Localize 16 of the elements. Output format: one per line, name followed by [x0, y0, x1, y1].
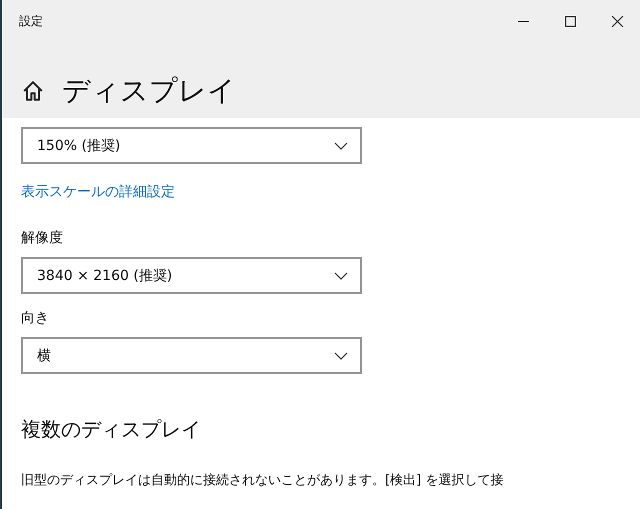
window-title: 設定: [19, 12, 43, 30]
chevron-down-icon: [334, 352, 348, 360]
maximize-icon[interactable]: [564, 14, 577, 28]
chevron-down-icon: [334, 272, 348, 280]
chevron-down-icon: [334, 142, 348, 150]
resolution-label: 解像度: [21, 229, 63, 247]
advanced-scaling-link[interactable]: 表示スケールの詳細設定: [21, 183, 175, 201]
description-text: 旧型のディスプレイは自動的に接続されないことがあります。[検出] を選択して接: [21, 472, 504, 489]
resolution-dropdown[interactable]: 3840 × 2160 (推奨): [21, 257, 362, 294]
home-icon[interactable]: [22, 80, 44, 102]
orientation-dropdown[interactable]: 横: [21, 337, 362, 374]
scale-dropdown[interactable]: 150% (推奨): [21, 127, 362, 164]
orientation-label: 向き: [21, 309, 49, 327]
section-heading: 複数のディスプレイ: [21, 416, 201, 443]
page-title: ディスプレイ: [62, 73, 236, 109]
close-icon[interactable]: [611, 14, 624, 28]
